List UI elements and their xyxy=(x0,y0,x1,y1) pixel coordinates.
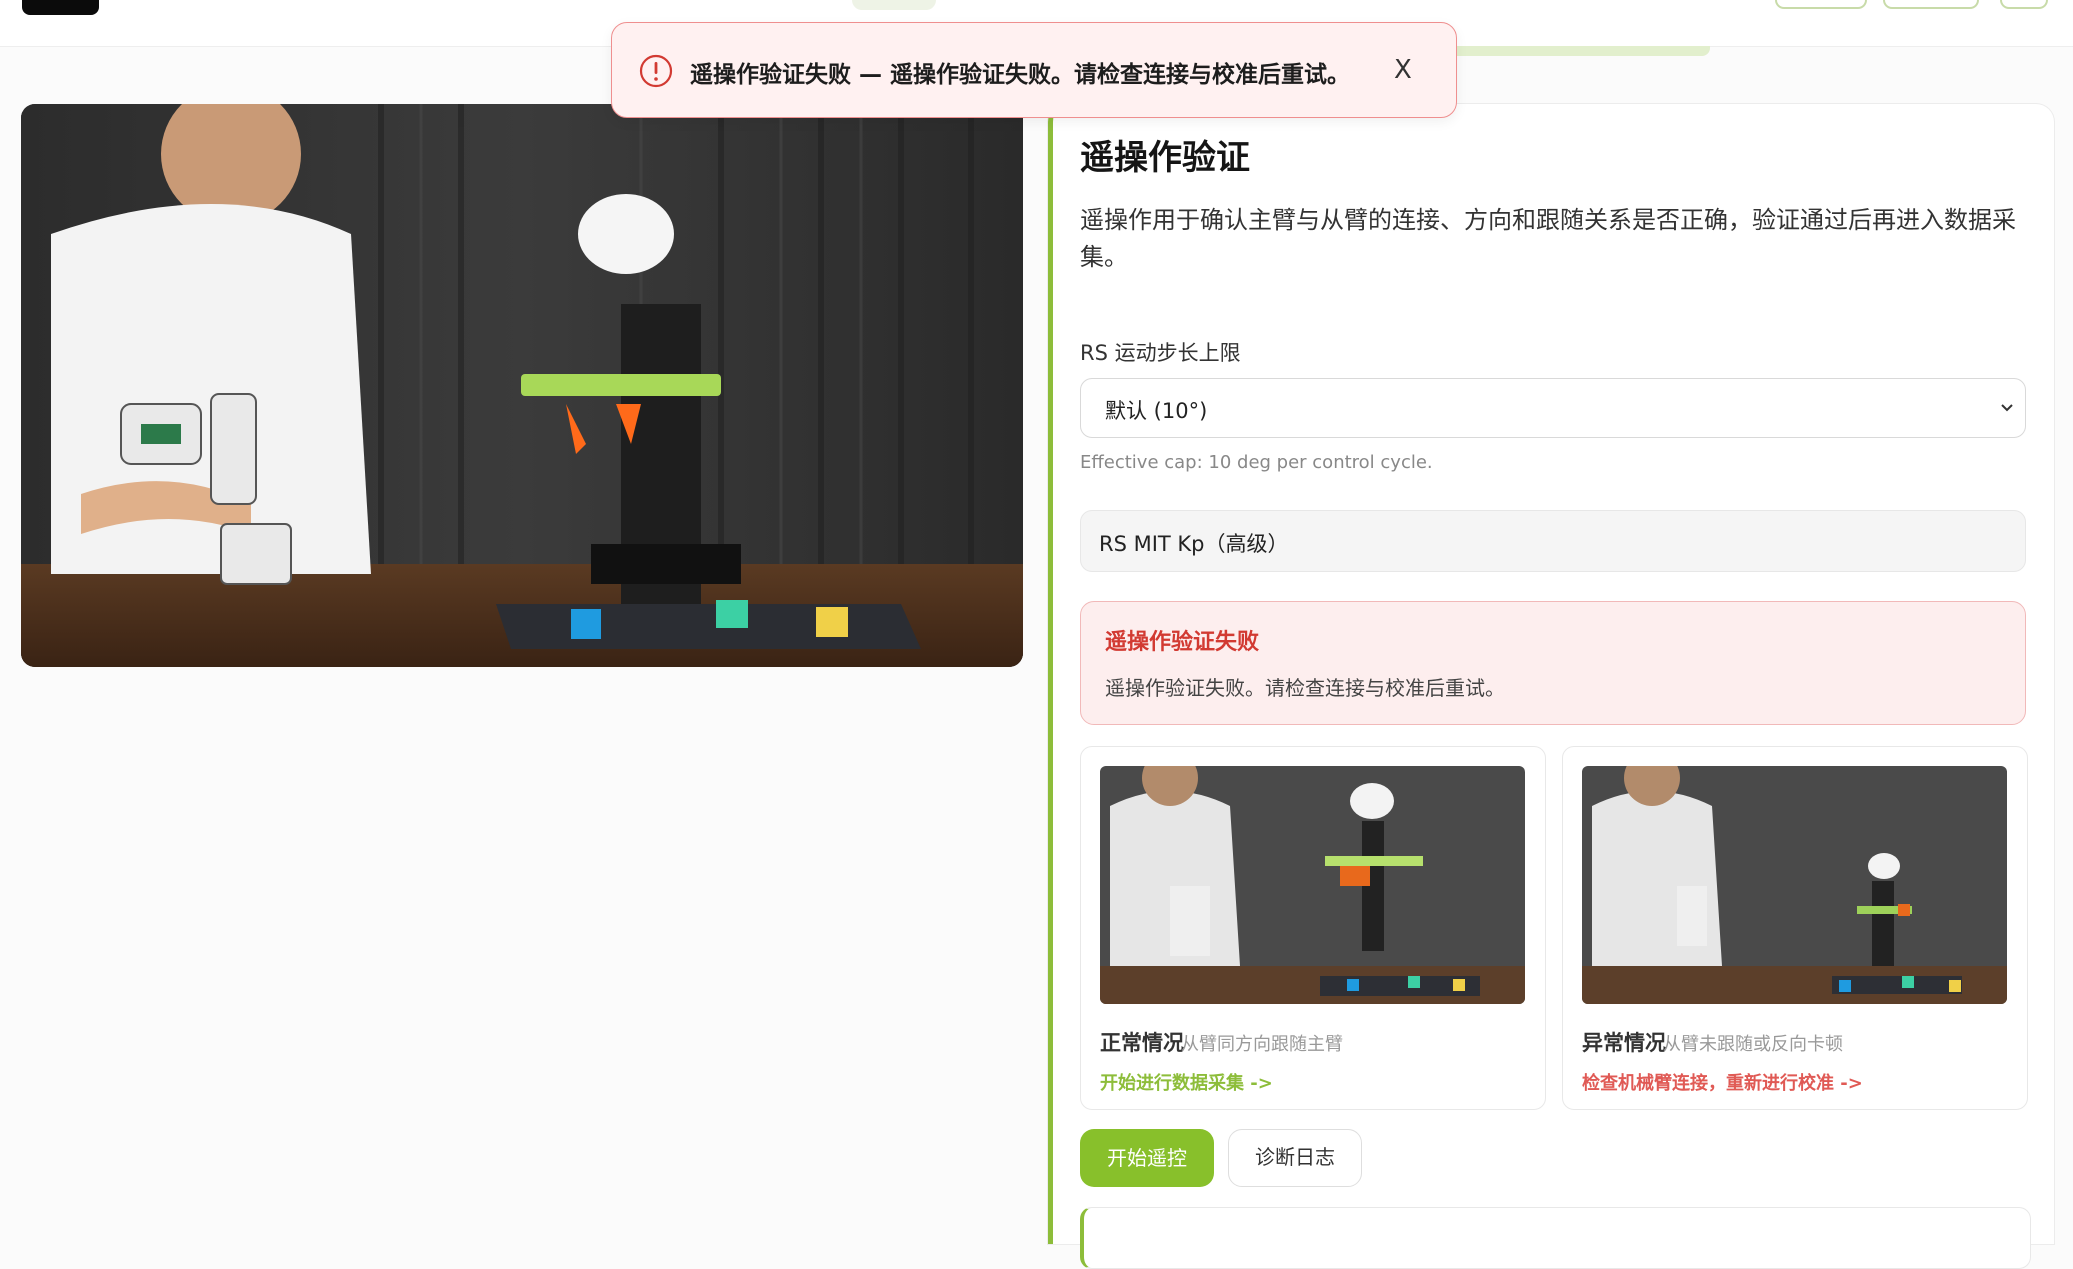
next-section-card xyxy=(1080,1207,2031,1269)
top-avatar-button[interactable] xyxy=(2000,0,2048,9)
app-logo[interactable] xyxy=(22,0,99,15)
kp-label: RS MIT Kp（高级） xyxy=(1099,532,1289,556)
normal-case-card: 正常情况 从臂同方向跟随主臂 开始进行数据采集 -> xyxy=(1080,746,1546,1110)
abnormal-case-subtitle: 从臂未跟随或反向卡顿 xyxy=(1663,1034,1843,1055)
normal-case-subtitle: 从臂同方向跟随主臂 xyxy=(1181,1034,1343,1055)
diagnostic-log-button[interactable]: 诊断日志 xyxy=(1228,1129,1362,1187)
toast-message: 遥操作验证失败 — 遥操作验证失败。请检查连接与校准后重试。 xyxy=(690,62,1351,88)
error-toast: 遥操作验证失败 — 遥操作验证失败。请检查连接与校准后重试。 X xyxy=(611,22,1457,118)
close-icon[interactable]: X xyxy=(1394,55,1412,85)
top-action-button-1[interactable] xyxy=(1775,0,1867,9)
teleop-panel: 遥操作验证 遥操作用于确认主臂与从臂的连接、方向和跟随关系是否正确，验证通过后再… xyxy=(1048,104,2054,1269)
error-message: 遥操作验证失败。请检查连接与校准后重试。 xyxy=(1105,676,1505,700)
top-action-button-2[interactable] xyxy=(1883,0,1979,9)
abnormal-case-title: 异常情况 xyxy=(1582,1031,1666,1055)
nav-pill[interactable] xyxy=(852,0,936,10)
main-video-preview xyxy=(21,104,1023,667)
normal-case-thumbnail xyxy=(1100,766,1525,1004)
normal-case-title: 正常情况 xyxy=(1100,1031,1184,1055)
panel-description: 遥操作用于确认主臂与从臂的连接、方向和跟随关系是否正确，验证通过后再进入数据采集… xyxy=(1080,206,2016,271)
start-collection-link[interactable]: 开始进行数据采集 -> xyxy=(1100,1069,1273,1095)
kp-advanced-toggle[interactable]: RS MIT Kp（高级） xyxy=(1080,510,2026,572)
abnormal-case-card: 异常情况 从臂未跟随或反向卡顿 检查机械臂连接，重新进行校准 -> xyxy=(1562,746,2028,1110)
step-progress-bar xyxy=(1440,46,1710,56)
start-teleop-button[interactable]: 开始遥控 xyxy=(1080,1129,1214,1187)
page-title: 遥操作验证 xyxy=(1080,138,1250,178)
recalibrate-link[interactable]: 检查机械臂连接，重新进行校准 -> xyxy=(1582,1069,1863,1095)
alert-circle-icon xyxy=(638,53,674,93)
step-limit-select[interactable]: 默认 (10°) xyxy=(1080,378,2026,438)
step-limit-value: 默认 (10°) xyxy=(1105,399,1208,423)
abnormal-case-thumbnail xyxy=(1582,766,2007,1004)
chevron-down-icon xyxy=(1997,397,2017,421)
step-limit-label: RS 运动步长上限 xyxy=(1080,341,1241,365)
error-alert-card: 遥操作验证失败 遥操作验证失败。请检查连接与校准后重试。 xyxy=(1080,601,2026,725)
error-title: 遥操作验证失败 xyxy=(1105,630,1260,655)
step-limit-hint: Effective cap: 10 deg per control cycle. xyxy=(1080,452,1433,473)
